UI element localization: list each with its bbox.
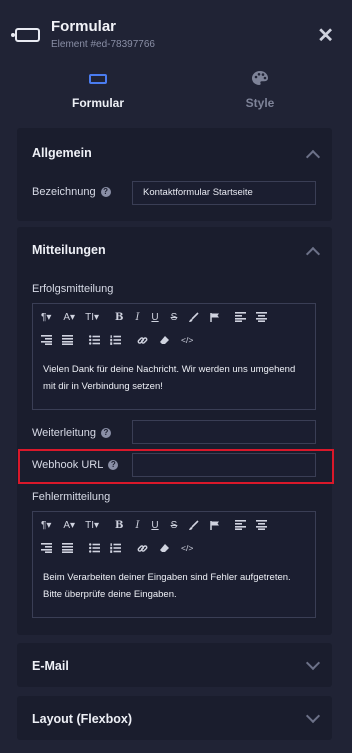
paragraph-format-button[interactable]: ¶▾ <box>41 309 51 325</box>
code-view-icon[interactable]: </> <box>181 540 193 556</box>
flag-icon[interactable] <box>210 309 220 325</box>
erfolg-text[interactable]: Vielen Dank für deine Nachricht. Wir wer… <box>43 361 305 395</box>
link-icon[interactable] <box>137 540 148 556</box>
tab-bar: Formular Style <box>0 66 352 116</box>
align-center-icon[interactable] <box>256 517 268 533</box>
italic-button[interactable]: I <box>135 309 139 325</box>
bezeichnung-label-text: Bezeichnung <box>32 186 96 198</box>
webhook-highlight-box <box>18 449 334 484</box>
editor-toolbar-row-2: </> <box>41 331 199 349</box>
erfolg-editor[interactable]: ¶▾ A▾ TI▾ B I U S </> Vielen Dank für de… <box>32 303 316 410</box>
section-layout[interactable]: Layout (Flexbox) <box>17 696 332 740</box>
align-justify-icon[interactable] <box>62 540 73 556</box>
bezeichnung-label: Bezeichnung? <box>32 186 111 198</box>
paragraph-format-button[interactable]: ¶▾ <box>41 517 51 533</box>
chevron-up-icon[interactable] <box>305 149 321 165</box>
strikethrough-button[interactable]: S <box>171 309 178 325</box>
weiterleitung-label: Weiterleitung? <box>32 427 111 439</box>
chevron-down-icon[interactable] <box>305 708 321 724</box>
unordered-list-icon[interactable] <box>89 540 100 556</box>
flag-icon[interactable] <box>210 517 220 533</box>
italic-button[interactable]: I <box>135 517 139 533</box>
align-left-icon[interactable] <box>235 309 247 325</box>
section-layout-title[interactable]: Layout (Flexbox) <box>32 712 132 726</box>
font-size-button[interactable]: TI▾ <box>85 309 99 325</box>
align-right-icon[interactable] <box>41 332 52 348</box>
panel-header: Formular Element #ed-78397766 ✕ <box>0 0 352 58</box>
align-justify-icon[interactable] <box>62 332 73 348</box>
font-size-button[interactable]: TI▾ <box>85 517 99 533</box>
section-email[interactable]: E-Mail <box>17 643 332 687</box>
font-family-button[interactable]: A▾ <box>63 309 75 325</box>
underline-button[interactable]: U <box>151 517 158 533</box>
ordered-list-icon[interactable] <box>110 332 121 348</box>
weiterleitung-label-text: Weiterleitung <box>32 427 96 439</box>
fehler-text[interactable]: Beim Verarbeiten deiner Eingaben sind Fe… <box>43 569 305 603</box>
fehler-label: Fehlermitteilung <box>32 491 111 503</box>
section-allgemein: Allgemein Bezeichnung? Kontaktformular S… <box>17 128 332 221</box>
align-center-icon[interactable] <box>256 309 268 325</box>
eraser-icon[interactable] <box>159 540 170 556</box>
palette-icon <box>252 71 268 85</box>
code-view-icon[interactable]: </> <box>181 332 193 348</box>
unordered-list-icon[interactable] <box>89 332 100 348</box>
editor-toolbar: ¶▾ A▾ TI▾ B I U S <box>41 308 273 326</box>
chevron-down-icon[interactable] <box>305 655 321 671</box>
section-allgemein-title[interactable]: Allgemein <box>32 146 92 160</box>
section-mitteilungen: Mitteilungen Erfolgsmitteilung ¶▾ A▾ TI▾… <box>17 227 332 635</box>
tab-formular-label: Formular <box>71 96 124 110</box>
brush-icon[interactable] <box>188 309 199 325</box>
fehler-editor[interactable]: ¶▾ A▾ TI▾ B I U S </> Beim Verarbeiten d… <box>32 511 316 618</box>
form-icon <box>89 74 107 84</box>
tab-style[interactable]: Style <box>190 66 330 116</box>
chevron-up-icon[interactable] <box>305 246 321 262</box>
ordered-list-icon[interactable] <box>110 540 121 556</box>
bezeichnung-input[interactable]: Kontaktformular Startseite <box>132 181 316 205</box>
section-mitteilungen-title[interactable]: Mitteilungen <box>32 243 106 257</box>
editor-toolbar: ¶▾ A▾ TI▾ B I U S <box>41 516 273 534</box>
close-button[interactable]: ✕ <box>317 26 334 46</box>
eraser-icon[interactable] <box>159 332 170 348</box>
editor-toolbar-row-2: </> <box>41 539 199 557</box>
form-element-icon <box>11 28 40 42</box>
bold-button[interactable]: B <box>115 309 123 325</box>
align-left-icon[interactable] <box>235 517 247 533</box>
underline-button[interactable]: U <box>151 309 158 325</box>
align-right-icon[interactable] <box>41 540 52 556</box>
brush-icon[interactable] <box>188 517 199 533</box>
weiterleitung-input[interactable] <box>132 420 316 444</box>
section-email-title[interactable]: E-Mail <box>32 659 69 673</box>
bold-button[interactable]: B <box>115 517 123 533</box>
help-icon[interactable]: ? <box>101 428 111 438</box>
tab-formular[interactable]: Formular <box>28 66 168 116</box>
help-icon[interactable]: ? <box>100 187 111 197</box>
strikethrough-button[interactable]: S <box>171 517 178 533</box>
tab-style-label: Style <box>245 96 275 110</box>
element-id: Element #ed-78397766 <box>51 39 155 50</box>
font-family-button[interactable]: A▾ <box>63 517 75 533</box>
erfolg-label: Erfolgsmitteilung <box>32 283 114 295</box>
link-icon[interactable] <box>137 332 148 348</box>
panel-title: Formular <box>51 18 117 35</box>
